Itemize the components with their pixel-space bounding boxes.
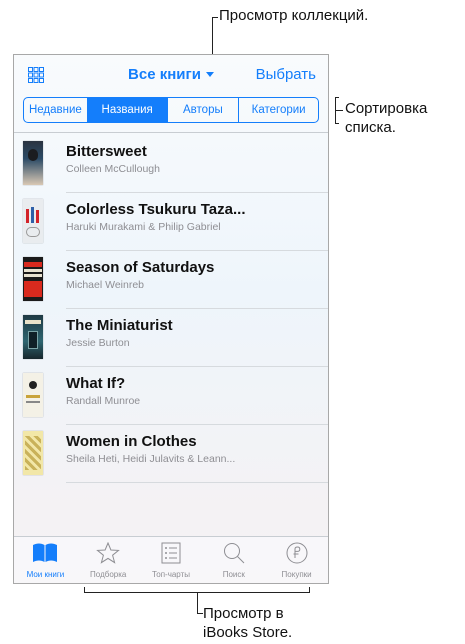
store-callout-bracket-left — [84, 587, 85, 593]
tab-label: Поиск — [222, 570, 245, 579]
ibooks-screen: Все книги Выбрать Недавние Названия Авто… — [13, 54, 329, 584]
sorting-callout: Сортировка списка. — [345, 100, 428, 136]
segment-titles[interactable]: Названия — [87, 98, 168, 122]
book-cover — [23, 373, 43, 417]
magnifier-icon — [223, 543, 245, 564]
tab-label: Мои книги — [26, 570, 65, 579]
star-icon — [96, 542, 121, 564]
segment-recent[interactable]: Недавние — [24, 98, 88, 122]
book-cover — [23, 257, 43, 301]
book-author: Jessie Burton — [66, 337, 130, 349]
list-item[interactable]: Colorless Tsukuru Taza... Haruki Murakam… — [14, 193, 328, 251]
tab-my-books[interactable]: Мои книги — [14, 537, 77, 583]
grid-view-icon[interactable] — [28, 67, 44, 83]
tab-search[interactable]: Поиск — [202, 537, 265, 583]
tab-purchases[interactable]: Покупки — [265, 537, 328, 583]
book-title: Colorless Tsukuru Taza... — [66, 201, 246, 218]
segment-authors[interactable]: Авторы — [168, 98, 240, 122]
select-button[interactable]: Выбрать — [256, 66, 316, 83]
tab-label: Покупки — [281, 570, 312, 579]
row-divider — [66, 482, 328, 483]
book-author: Haruki Murakami & Philip Gabriel — [66, 221, 221, 233]
sorting-callout-bracket-bottom — [335, 123, 339, 124]
open-book-icon — [33, 543, 58, 562]
book-author: Michael Weinreb — [66, 279, 145, 291]
list-icon — [161, 542, 181, 564]
tab-bar: Мои книги Подборка Топ-чарты Поиск Покуп… — [14, 536, 328, 583]
segment-categories[interactable]: Категории — [239, 98, 318, 122]
collections-title: Все книги — [128, 66, 201, 83]
book-cover — [23, 315, 43, 359]
nav-bar: Все книги Выбрать — [14, 55, 328, 95]
tab-label: Подборка — [90, 570, 127, 579]
store-callout: Просмотр в iBooks Store. — [203, 605, 293, 641]
tab-label: Топ-чарты — [151, 570, 190, 579]
book-author: Colleen McCullough — [66, 163, 160, 175]
book-author: Randall Munroe — [66, 395, 141, 407]
book-title: Women in Clothes — [66, 433, 197, 450]
sorting-callout-stem — [335, 110, 343, 111]
sort-segmented-control: Недавние Названия Авторы Категории — [23, 97, 319, 123]
chevron-down-icon — [205, 72, 214, 77]
tab-featured[interactable]: Подборка — [77, 537, 140, 583]
store-callout-bracket-right — [309, 587, 310, 593]
list-item[interactable]: Women in Clothes Sheila Heti, Heidi Jula… — [14, 425, 328, 483]
sorting-callout-bracket-top — [335, 97, 339, 98]
list-item[interactable]: Season of Saturdays Michael Weinreb — [14, 251, 328, 309]
store-callout-stem — [197, 592, 198, 614]
book-title: Bittersweet — [66, 143, 147, 160]
book-title: Season of Saturdays — [66, 259, 215, 276]
book-cover — [23, 199, 43, 243]
list-item[interactable]: The Miniaturist Jessie Burton — [14, 309, 328, 367]
list-item[interactable]: What If? Randall Munroe — [14, 367, 328, 425]
purchases-icon — [286, 542, 308, 564]
collections-callout: Просмотр коллекций. — [219, 7, 369, 24]
nav-divider — [14, 132, 328, 133]
book-title: What If? — [66, 375, 126, 392]
list-item[interactable]: Bittersweet Colleen McCullough — [14, 135, 328, 193]
collections-callout-tick — [212, 17, 218, 18]
book-author: Sheila Heti, Heidi Julavits & Leann... — [66, 453, 236, 465]
collections-title-button[interactable]: Все книги — [128, 66, 214, 83]
book-cover — [23, 141, 43, 185]
book-cover — [23, 431, 43, 475]
book-title: The Miniaturist — [66, 317, 173, 334]
tab-top-charts[interactable]: Топ-чарты — [140, 537, 203, 583]
